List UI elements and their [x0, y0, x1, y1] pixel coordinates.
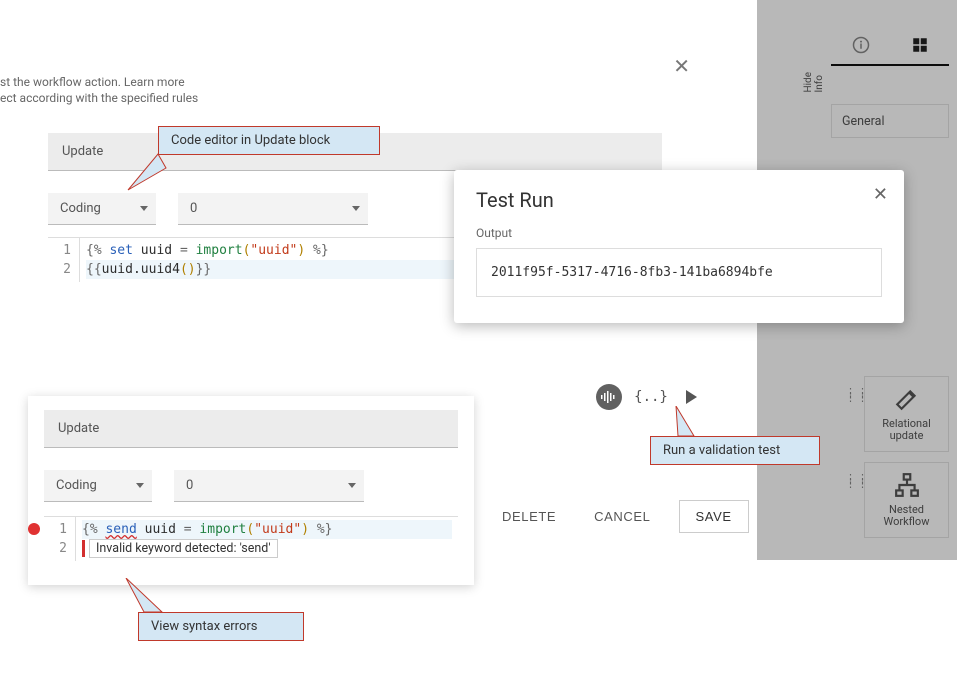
gutter: 12: [48, 238, 80, 282]
error-message: Invalid keyword detected: 'send': [89, 539, 278, 558]
update-block-lower: Update Coding 0 1 2 {% send uuid = impor…: [28, 396, 474, 585]
code-editor[interactable]: 1 2 {% send uuid = import("uuid") %} Inv…: [44, 516, 458, 561]
error-bar-icon: [82, 540, 85, 557]
chevron-down-icon: [140, 206, 148, 211]
test-run-popover: ✕ Test Run Output 2011f95f-5317-4716-8fb…: [454, 170, 904, 323]
index-select[interactable]: 0: [178, 193, 368, 225]
mode-select[interactable]: Coding: [48, 193, 156, 225]
code-line-error: Invalid keyword detected: 'send': [82, 539, 452, 558]
dialog-actions: DELETE CANCEL SAVE: [492, 500, 749, 533]
section-header-update: Update: [44, 410, 458, 448]
braces-icon[interactable]: {..}: [640, 386, 662, 408]
gutter: 1 2: [44, 517, 76, 561]
index-select[interactable]: 0: [174, 470, 364, 502]
callout-pointer-icon: [670, 406, 710, 440]
mode-select[interactable]: Coding: [44, 470, 152, 502]
learn-more-link[interactable]: Learn more: [124, 75, 185, 89]
callout-run: Run a validation test: [650, 436, 820, 465]
test-run-title: Test Run: [476, 188, 882, 212]
callout-editor: Code editor in Update block: [158, 126, 380, 155]
callout-pointer-icon: [124, 578, 168, 616]
chevron-down-icon: [352, 206, 360, 211]
delete-button[interactable]: DELETE: [492, 501, 566, 532]
chevron-down-icon: [136, 483, 144, 488]
code-line[interactable]: {% send uuid = import("uuid") %}: [82, 520, 452, 539]
save-button[interactable]: SAVE: [679, 500, 749, 533]
close-icon[interactable]: ✕: [873, 184, 888, 205]
close-icon[interactable]: ✕: [673, 54, 690, 78]
sound-wave-icon[interactable]: [596, 384, 622, 410]
error-dot-icon[interactable]: [28, 523, 40, 535]
cancel-button[interactable]: CANCEL: [584, 501, 660, 532]
chevron-down-icon: [348, 483, 356, 488]
intro-text: st the workflow action. Learn more ect a…: [0, 74, 198, 106]
callout-pointer-icon: [120, 150, 170, 194]
callout-syntax: View syntax errors: [138, 612, 304, 641]
output-label: Output: [476, 226, 882, 240]
output-value: 2011f95f-5317-4716-8fb3-141ba6894bfe: [476, 248, 882, 297]
play-icon[interactable]: [680, 386, 702, 408]
